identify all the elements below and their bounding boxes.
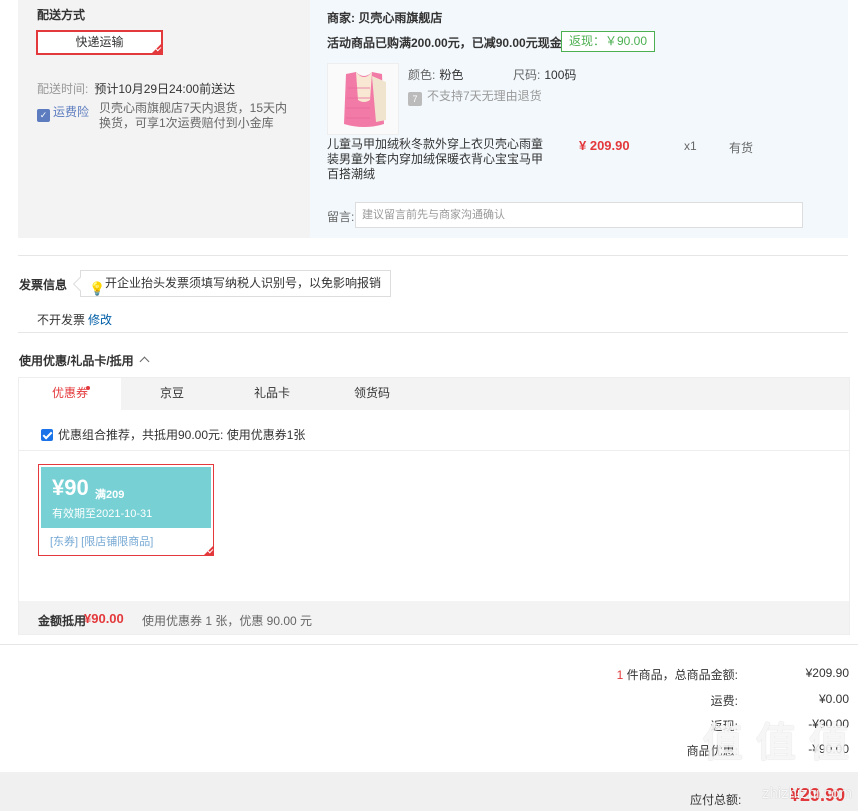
coupon-summary-label: 金额抵用 xyxy=(38,614,87,628)
tab-redeem-code[interactable]: 领货码 xyxy=(321,378,423,410)
product-price: ¥ 209.90 xyxy=(579,138,630,153)
item-count: 1 xyxy=(616,668,624,682)
items-total-value: ¥209.90 xyxy=(805,666,849,680)
invoice-edit-link[interactable]: 修改 xyxy=(88,313,112,327)
coupon-condition: 满209 xyxy=(95,489,125,501)
coupon-amount: ¥90 xyxy=(52,475,89,500)
promo-text: 活动商品已购满200.00元，已减90.00元现金 xyxy=(327,36,562,50)
new-dot-icon xyxy=(86,386,90,390)
size-value: 100码 xyxy=(544,68,577,82)
product-quantity: x1 xyxy=(684,139,697,153)
shipping-insurance-text: 贝壳心雨旗舰店7天内退货，15天内换货，可享1次运费赔付到小金库 xyxy=(99,101,288,130)
tab-jingdou-label: 京豆 xyxy=(159,386,184,400)
delivery-time-value: 预计10月29日24:00前送达 xyxy=(94,82,236,96)
message-label: 留言: xyxy=(327,210,355,224)
coupon-expiry: 有效期至2021-10-31 xyxy=(52,508,153,520)
invoice-tip-text: 开企业抬头发票须填写纳税人识别号，以免影响报销 xyxy=(105,276,382,290)
lightbulb-icon: 💡 xyxy=(89,281,106,296)
message-input[interactable]: 建议留言前先与商家沟通确认 xyxy=(355,202,803,228)
recommend-text: 优惠组合推荐，共抵用90.00元: 使用优惠券1张 xyxy=(58,428,306,442)
coupon-summary-value: ¥90.00 xyxy=(84,611,124,626)
coupon-section-label: 使用优惠/礼品卡/抵用 xyxy=(19,354,134,368)
express-shipping-label: 快递运输 xyxy=(75,35,124,49)
product-thumbnail[interactable] xyxy=(327,63,399,135)
selected-check-icon xyxy=(151,43,162,54)
no-return-notice: 7 不支持7天无理由退货 xyxy=(408,87,542,106)
no-return-icon: 7 xyxy=(408,92,422,106)
invoice-value: 不开发票 修改 xyxy=(37,311,112,328)
product-color: 颜色: 粉色 xyxy=(408,66,463,83)
items-label: 件商品，总商品金额: xyxy=(626,668,738,682)
color-value: 粉色 xyxy=(439,68,464,82)
pink-vest-image xyxy=(328,64,398,134)
size-label: 尺码: xyxy=(513,68,541,82)
delivery-time: 配送时间: 预计10月29日24:00前送达 xyxy=(37,80,235,97)
divider xyxy=(0,644,858,645)
invoice-tip: 💡 开企业抬头发票须填写纳税人识别号，以免影响报销 xyxy=(80,270,392,297)
tab-coupon-label: 优惠券 xyxy=(51,386,88,400)
coupon-card[interactable]: ¥90 满209 有效期至2021-10-31 [东券] [限店铺限商品] xyxy=(38,464,214,556)
coupon-card-header: ¥90 满209 有效期至2021-10-31 xyxy=(41,467,211,528)
watermark-url: zhizhizhi.com xyxy=(761,785,852,802)
stock-status: 有货 xyxy=(729,141,754,155)
tab-giftcard[interactable]: 礼品卡 xyxy=(221,378,323,410)
invoice-type: 不开发票 xyxy=(37,313,86,327)
recommend-row: 优惠组合推荐，共抵用90.00元: 使用优惠券1张 xyxy=(41,426,305,443)
color-label: 颜色: xyxy=(408,68,436,82)
payable-label: 应付总额: xyxy=(690,793,742,807)
divider xyxy=(18,255,848,256)
divider xyxy=(18,332,848,333)
recommend-checkbox[interactable] xyxy=(41,429,53,441)
chevron-up-icon xyxy=(139,356,150,367)
delivery-time-label: 配送时间: xyxy=(37,82,89,96)
coupon-summary-note: 使用优惠券 1 张，优惠 90.00 元 xyxy=(142,614,313,628)
shipping-title: 配送方式 xyxy=(37,8,86,22)
tab-giftcard-label: 礼品卡 xyxy=(253,386,290,400)
tab-coupon[interactable]: 优惠券 xyxy=(19,378,121,410)
coupon-section-title[interactable]: 使用优惠/礼品卡/抵用 xyxy=(19,352,150,369)
shop-name: 商家: 贝壳心雨旗舰店 xyxy=(327,11,443,25)
shipping-fee-value: ¥0.00 xyxy=(818,692,849,706)
invoice-title: 发票信息 xyxy=(19,278,68,292)
shipping-insurance-label: 运费险 xyxy=(53,105,90,119)
express-shipping-button[interactable]: 快递运输 xyxy=(36,30,163,55)
shipping-fee-label: 运费: xyxy=(710,694,738,708)
tab-jingdou[interactable]: 京豆 xyxy=(121,378,223,410)
shield-icon: ✓ xyxy=(37,109,50,122)
watermark-logo: 值 值 值 xyxy=(702,721,850,765)
coupon-tags: [东券] [限店铺限商品] xyxy=(50,536,154,548)
tab-redeem-code-label: 领货码 xyxy=(353,386,390,400)
rebate-badge: 返现：￥90.00 xyxy=(561,31,656,52)
selected-check-icon xyxy=(203,545,214,556)
shipping-insurance-badge[interactable]: ✓ 运费险 xyxy=(37,103,89,122)
no-return-text: 不支持7天无理由退货 xyxy=(427,89,542,103)
product-name[interactable]: 儿童马甲加绒秋冬款外穿上衣贝壳心雨童装男童外套内穿加绒保暖衣背心宝宝马甲百搭潮绒 xyxy=(327,137,549,182)
items-total-label: 1 件商品，总商品金额: xyxy=(617,666,738,683)
product-size: 尺码: 100码 xyxy=(513,66,576,83)
